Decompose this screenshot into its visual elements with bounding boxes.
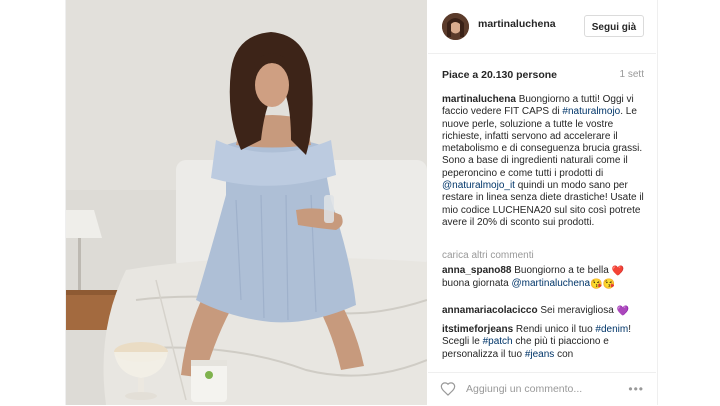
add-comment-input[interactable]: Aggiungi un commento... (466, 383, 582, 395)
comment-hashtag[interactable]: #denim (595, 324, 628, 335)
comment: annamariacolacicco Sei meravigliosa 💜 (442, 305, 649, 318)
avatar-image (442, 13, 469, 40)
comment: anna_spano88 Buongiorno a te bella ❤️ bu… (442, 265, 649, 292)
comment-hashtag[interactable]: #jeans (525, 349, 554, 360)
heart-icon[interactable] (440, 381, 456, 397)
kiss-emoji: 😘😘 (590, 279, 615, 291)
likes-count[interactable]: Piace a 20.130 persone (442, 69, 557, 81)
purple-heart-emoji: 💜 (616, 306, 629, 317)
more-options-icon[interactable]: ••• (628, 382, 644, 396)
avatar[interactable] (442, 13, 469, 40)
post-photo[interactable] (66, 0, 427, 405)
post-caption: martinaluchena Buongiorno a tutti! Oggi … (442, 94, 649, 229)
heart-emoji: ❤️ (611, 266, 625, 277)
comment: itstimeforjeans Rendi unico il tuo #deni… (442, 324, 649, 360)
load-more-comments[interactable]: carica altri commenti (442, 250, 534, 261)
comment-username[interactable]: itstimeforjeans (442, 324, 513, 335)
header-username[interactable]: martinaluchena (478, 18, 556, 30)
instagram-post: martinaluchena Segui già Piace a 20.130 … (65, 0, 658, 405)
comment-text: Buongiorno a te bella (511, 265, 612, 276)
comment-text: con (554, 348, 574, 360)
comment-text: Rendi unico il tuo (513, 324, 596, 335)
post-header: martinaluchena Segui già (428, 0, 656, 54)
post-time[interactable]: 1 sett (620, 69, 644, 80)
likes-row: Piace a 20.130 persone 1 sett (442, 69, 644, 83)
follow-button[interactable]: Segui già (584, 15, 644, 37)
comment-mention[interactable]: @martinaluchena (512, 278, 591, 289)
post-photo-illustration (66, 0, 427, 405)
comment-username[interactable]: anna_spano88 (442, 265, 511, 276)
comment-text: Sei meravigliosa (537, 305, 617, 316)
caption-mention[interactable]: @naturalmojo_it (442, 180, 515, 191)
caption-username[interactable]: martinaluchena (442, 94, 516, 105)
caption-hashtag[interactable]: #naturalmojo (562, 106, 620, 117)
comment-hashtag[interactable]: #patch (483, 336, 513, 347)
comment-username[interactable]: annamariacolacicco (442, 305, 538, 316)
post-side-panel: martinaluchena Segui già Piace a 20.130 … (428, 0, 656, 405)
post-footer: Aggiungi un commento... ••• (428, 372, 656, 406)
comment-text: buona giornata (442, 278, 512, 290)
